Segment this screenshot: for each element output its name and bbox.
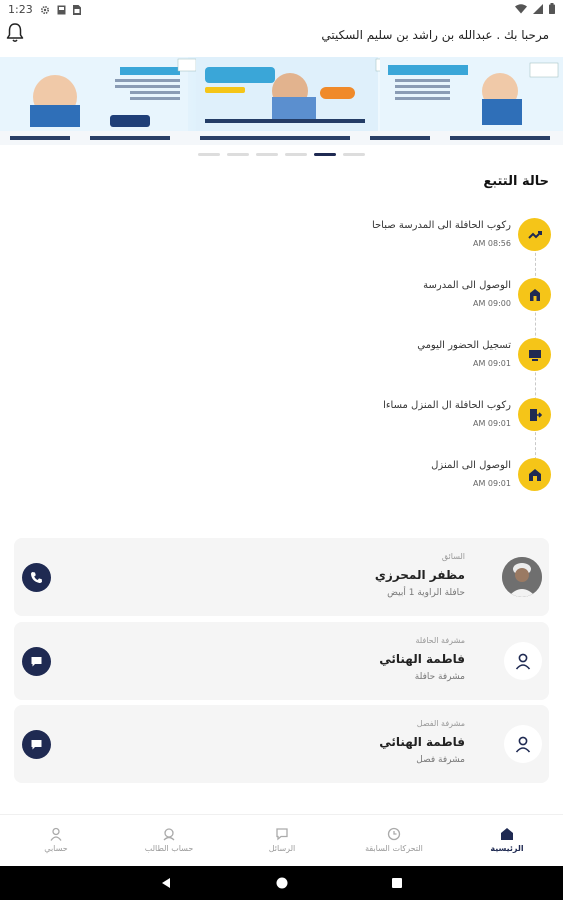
contact-role: مشرفة الحافلة: [415, 636, 465, 645]
contact-subtitle: مشرفة فصل: [416, 755, 465, 765]
greeting-text: مرحبا بك . عبدالله بن راشد بن سليم السكي…: [321, 28, 549, 42]
sim-icon: [72, 4, 81, 15]
timeline-icon-circle: [518, 278, 551, 311]
nav-label: الرسائل: [268, 844, 296, 853]
system-nav-bar: [0, 866, 563, 900]
timeline-event-time: AM 09:01: [473, 479, 511, 488]
driver-photo: [502, 557, 542, 597]
contact-name: فاطمة الهنائي: [379, 652, 465, 666]
nav-label: التحركات السابقة: [365, 844, 423, 853]
call-button[interactable]: [22, 563, 51, 592]
timeline-event-title: الوصول الى المدرسة: [423, 280, 511, 291]
user-icon: [515, 736, 531, 753]
carousel-indicators[interactable]: [198, 153, 365, 156]
clock-icon: [387, 827, 401, 841]
timeline-icon-circle: [518, 218, 551, 251]
photo-icon: [57, 5, 66, 14]
timeline-event-time: AM 09:01: [473, 419, 511, 428]
timeline-event: ركوب الحافلة ال المنزل مساءا AM 09:01: [11, 398, 551, 438]
header: مرحبا بك . عبدالله بن راشد بن سليم السكي…: [0, 18, 563, 54]
timeline-icon-circle: [518, 458, 551, 491]
clock-time: 1:23: [8, 3, 33, 16]
banner-artwork: [0, 57, 563, 145]
timeline-icon-circle: [518, 398, 551, 431]
driver-avatar: [502, 557, 542, 597]
contact-name: مظفر المحرزي: [374, 568, 465, 582]
timeline-event-title: تسجيل الحضور اليومي: [417, 340, 511, 351]
student-icon: [163, 828, 175, 841]
chat-icon: [31, 657, 42, 667]
bus-supervisor-card[interactable]: مشرفة الحافلة فاطمة الهنائي مشرفة حافلة: [14, 622, 549, 700]
nav-label: الرئيسية: [490, 844, 524, 853]
user-icon: [50, 827, 62, 841]
carousel-dot[interactable]: [198, 153, 220, 156]
nav-my-account[interactable]: حسابي: [16, 827, 96, 853]
back-icon[interactable]: [160, 877, 172, 889]
timeline-icon-circle: [518, 338, 551, 371]
status-right: [515, 3, 555, 14]
user-icon: [515, 653, 531, 670]
carousel-dot[interactable]: [256, 153, 278, 156]
message-button[interactable]: [22, 647, 51, 676]
phone-icon: [31, 572, 42, 584]
nav-label: حساب الطالب: [144, 844, 194, 853]
nav-home[interactable]: الرئيسية: [467, 827, 547, 853]
timeline-event: ركوب الحافلة الى المدرسة صباحا AM 08:56: [11, 218, 551, 258]
timeline-event-title: ركوب الحافلة الى المدرسة صباحا: [371, 220, 511, 231]
tracking-title: حالة التتبع: [483, 174, 549, 189]
carousel-dot[interactable]: [285, 153, 307, 156]
recents-icon[interactable]: [391, 877, 403, 889]
board-icon: [528, 349, 541, 361]
wifi-icon: [515, 3, 527, 13]
timeline-event-title: ركوب الحافلة ال المنزل مساءا: [383, 400, 511, 411]
timeline-event-time: AM 09:00: [473, 299, 511, 308]
nav-label: حسابي: [44, 844, 68, 853]
status-bar: 1:23: [0, 0, 563, 18]
door-icon: [529, 408, 542, 421]
chat-icon: [276, 828, 288, 841]
timeline-event: تسجيل الحضور اليومي AM 09:01: [11, 338, 551, 378]
home-icon: [501, 828, 513, 840]
driver-card[interactable]: السائق مظفر المحرزي حافلة الراوية 1 أبيض: [14, 538, 549, 616]
supervisor-avatar: [504, 642, 542, 680]
status-left: 1:23: [8, 3, 81, 16]
bell-icon[interactable]: [6, 22, 24, 44]
home-icon: [528, 468, 541, 481]
carousel-dot-active[interactable]: [314, 153, 336, 156]
promo-banner[interactable]: [0, 57, 563, 145]
home-button-icon[interactable]: [276, 877, 288, 889]
timeline-event-time: AM 09:01: [473, 359, 511, 368]
bottom-nav: الرئيسية التحركات السابقة الرسائل حساب ا…: [0, 814, 563, 866]
carousel-dot[interactable]: [343, 153, 365, 156]
nav-student-account[interactable]: حساب الطالب: [129, 827, 209, 853]
contact-subtitle: حافلة الراوية 1 أبيض: [387, 588, 465, 598]
contact-role: السائق: [441, 552, 465, 561]
timeline-event: الوصول الى المدرسة AM 09:00: [11, 278, 551, 318]
signal-icon: [533, 3, 543, 14]
trend-up-icon: [527, 230, 542, 239]
chat-icon: [31, 740, 42, 750]
class-supervisor-card[interactable]: مشرفة الفصل فاطمة الهنائي مشرفة فصل: [14, 705, 549, 783]
gear-icon: [40, 5, 49, 14]
timeline-event: الوصول الى المنزل AM 09:01: [11, 458, 551, 498]
timeline-event-time: AM 08:56: [473, 239, 511, 248]
nav-previous-trips[interactable]: التحركات السابقة: [354, 827, 434, 853]
contact-role: مشرفة الفصل: [416, 719, 465, 728]
contact-subtitle: مشرفة حافلة: [414, 672, 465, 682]
school-icon: [529, 288, 540, 301]
battery-icon: [549, 3, 555, 14]
contact-name: فاطمة الهنائي: [379, 735, 465, 749]
carousel-dot[interactable]: [227, 153, 249, 156]
timeline-event-title: الوصول الى المنزل: [431, 460, 511, 471]
nav-messages[interactable]: الرسائل: [242, 827, 322, 853]
message-button[interactable]: [22, 730, 51, 759]
supervisor-avatar: [504, 725, 542, 763]
